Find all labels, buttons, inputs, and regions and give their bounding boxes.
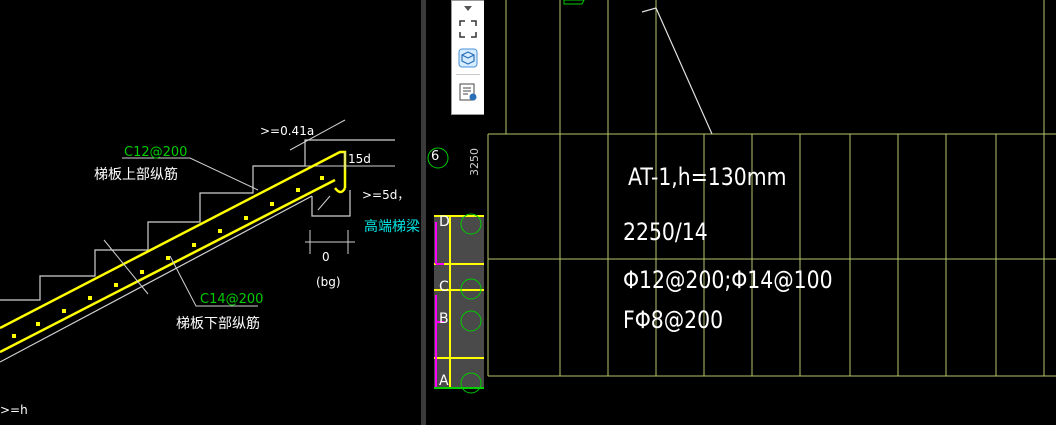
annotation-leader-line — [641, 7, 713, 135]
top-bar-spec: C12@200 — [124, 145, 188, 160]
annotation-grid — [487, 0, 1056, 377]
slab-thickness-dim: >=h — [0, 403, 28, 417]
bottom-rebar — [0, 178, 336, 354]
axis-label-d: D — [439, 214, 450, 230]
bottom-bar-spec: C14@200 — [200, 292, 264, 307]
slab-bottom-line — [0, 195, 313, 363]
axis-label-a: A — [439, 373, 449, 389]
layer-list-button[interactable] — [456, 80, 480, 104]
high-end-beam — [311, 190, 351, 217]
cube-3d-icon — [458, 48, 478, 68]
stair-type-label: AT-1,h=130mm — [628, 163, 787, 191]
caret-down-icon — [464, 6, 472, 11]
stair-rebar-spec: Φ12@200;Φ14@100 — [623, 266, 833, 294]
stair-detail-drawing — [0, 119, 395, 363]
layer-list-icon — [459, 83, 477, 101]
grid-number-label: 6 — [431, 149, 440, 164]
stair-detail-viewport[interactable]: C12@200 梯板上部纵筋 C14@200 梯板下部纵筋 >=0.41a 15… — [0, 0, 421, 425]
select-frame-icon — [459, 20, 477, 38]
green-marker — [563, 0, 585, 5]
cut-mark — [103, 239, 149, 295]
bottom-bar-description: 梯板下部纵筋 — [176, 316, 260, 332]
hook-length-dim: 15d — [348, 152, 371, 166]
view-toolbar — [451, 0, 485, 115]
select-frame-button[interactable] — [456, 17, 480, 41]
bg-label: (bg) — [316, 275, 341, 289]
top-bar-description: 梯板上部纵筋 — [94, 167, 178, 183]
dim-line-5d — [317, 195, 331, 211]
plan-slab — [434, 216, 484, 388]
high-end-beam-label: 高端梯梁 — [364, 219, 420, 235]
distribution-bar-dots — [12, 176, 324, 338]
stair-height-label: 2250/14 — [623, 218, 708, 246]
stair-distribution-spec: FΦ8@200 — [623, 306, 724, 334]
stair-annotation-viewport[interactable]: AT-1,h=130mm 2250/14 Φ12@200;Φ14@100 FΦ8… — [484, 0, 1056, 425]
axis-label-b: B — [439, 311, 449, 327]
dim-zero-label: 0 — [322, 250, 330, 264]
toolbar-dropdown-button[interactable] — [456, 1, 480, 15]
axis-label-c: C — [439, 279, 449, 295]
plan-vertical-dim: 3250 — [468, 148, 481, 176]
embed-length-dim: >=5d， — [362, 188, 410, 202]
rebar-hook — [334, 187, 347, 194]
anchor-length-dim: >=0.41a — [260, 124, 315, 138]
view-3d-button[interactable] — [456, 46, 480, 70]
